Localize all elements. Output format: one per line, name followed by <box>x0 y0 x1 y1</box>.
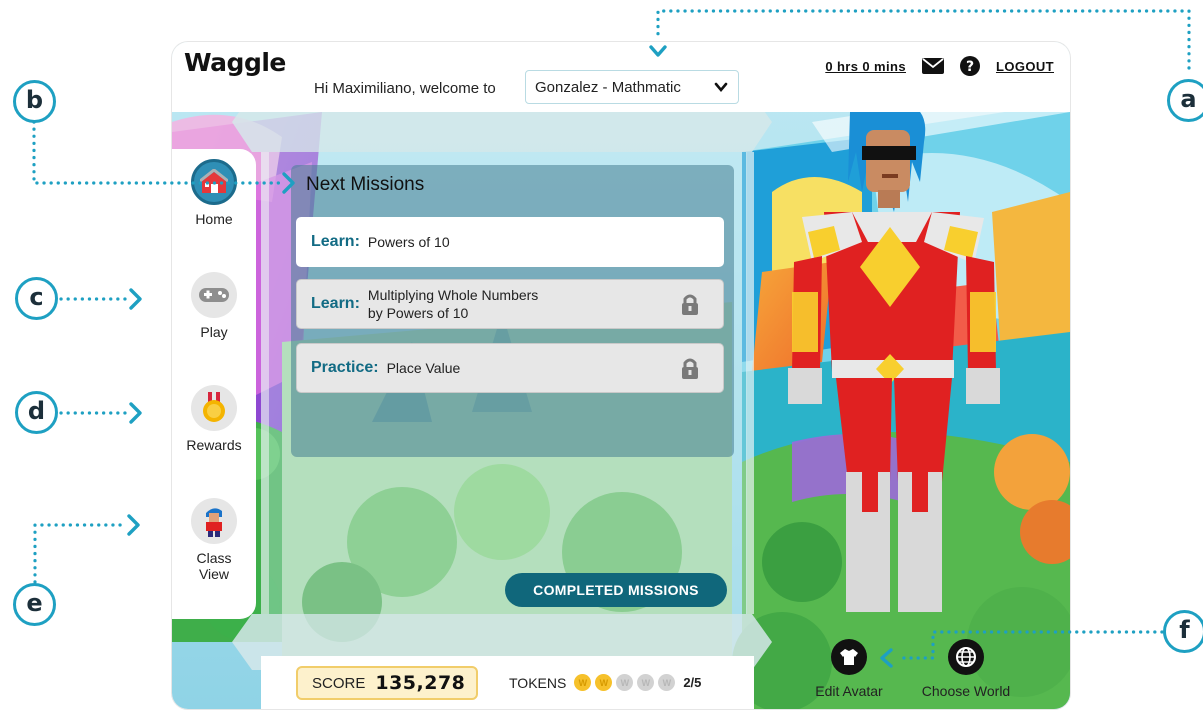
callout-a: a <box>1167 79 1203 122</box>
callout-c: c <box>15 277 58 320</box>
arrow-right-icon <box>282 172 295 194</box>
arrow-right-icon <box>129 288 142 310</box>
callout-e: e <box>13 583 56 626</box>
arrow-right-icon <box>129 402 142 424</box>
callout-connectors <box>32 9 1191 668</box>
arrow-right-icon <box>127 514 140 536</box>
callout-d: d <box>15 391 58 434</box>
arrow-down-icon <box>649 45 667 57</box>
annotated-screenshot: Waggle Hi Maximiliano, welcome to Gonzal… <box>0 0 1203 711</box>
callout-b: b <box>13 80 56 123</box>
callout-f: f <box>1163 610 1203 653</box>
arrow-left-icon <box>880 648 893 668</box>
